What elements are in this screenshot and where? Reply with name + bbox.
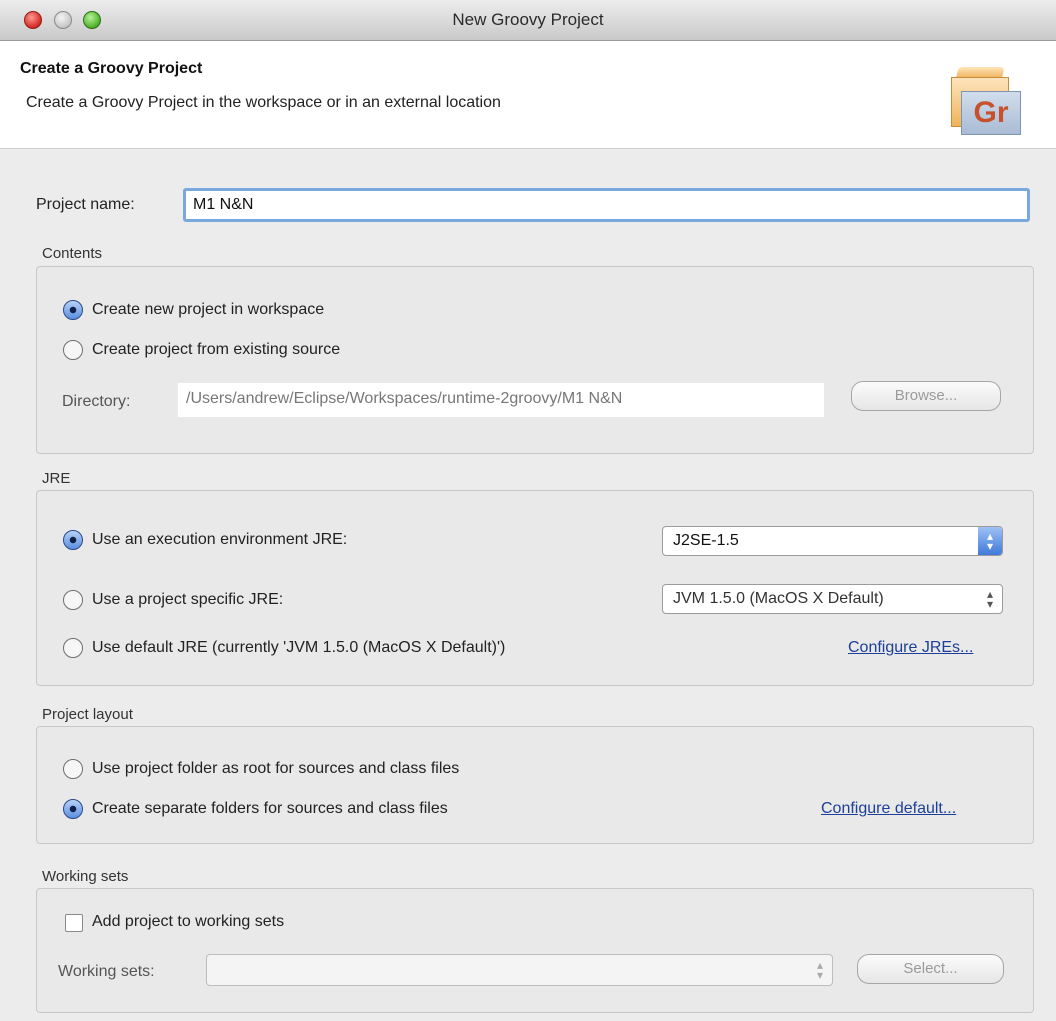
create-from-existing-radio[interactable]: [63, 340, 83, 360]
project-specific-jre-radio[interactable]: [63, 590, 83, 610]
use-project-folder-root-label: Use project folder as root for sources a…: [92, 760, 460, 777]
directory-label: Directory:: [62, 393, 131, 410]
wizard-title: Create a Groovy Project: [20, 60, 203, 77]
add-to-working-sets-checkbox[interactable]: [65, 914, 83, 932]
project-name-input[interactable]: M1 N&N: [183, 188, 1030, 222]
working-sets-select[interactable]: ▴ ▾: [206, 954, 833, 986]
execution-env-jre-label: Use an execution environment JRE:: [92, 531, 348, 548]
configure-default-link[interactable]: Configure default...: [821, 800, 956, 818]
select-working-sets-button[interactable]: Select...: [857, 954, 1004, 984]
contents-group-label: Contents: [42, 245, 103, 262]
separate-folders-label: Create separate folders for sources and …: [92, 800, 448, 817]
jre-group-label: JRE: [42, 470, 71, 487]
create-from-existing-label: Create project from existing source: [92, 341, 341, 358]
title-bar: New Groovy Project: [0, 0, 1056, 41]
project-layout-group-label: Project layout: [42, 706, 133, 723]
project-layout-group: [36, 726, 1034, 844]
default-jre-label: Use default JRE (currently 'JVM 1.5.0 (M…: [92, 639, 506, 656]
window-title: New Groovy Project: [452, 10, 604, 29]
add-to-working-sets-label: Add project to working sets: [92, 913, 285, 930]
chevron-up-down-icon: ▴ ▾: [986, 587, 994, 611]
project-specific-jre-select[interactable]: JVM 1.5.0 (MacOS X Default) ▴ ▾: [662, 584, 1003, 614]
new-groovy-project-dialog: New Groovy Project Create a Groovy Proje…: [0, 0, 1056, 1021]
directory-input[interactable]: /Users/andrew/Eclipse/Workspaces/runtime…: [178, 383, 824, 417]
chevron-up-down-icon: ▴ ▾: [978, 527, 1002, 555]
create-in-workspace-radio[interactable]: [63, 300, 83, 320]
use-project-folder-root-radio[interactable]: [63, 759, 83, 779]
working-sets-group-label: Working sets: [42, 868, 129, 885]
wizard-banner: Create a Groovy Project Create a Groovy …: [0, 41, 1056, 149]
working-sets-group: [36, 888, 1034, 1013]
project-specific-jre-label: Use a project specific JRE:: [92, 591, 284, 608]
default-jre-radio[interactable]: [63, 638, 83, 658]
configure-jres-link[interactable]: Configure JREs...: [848, 639, 973, 657]
execution-env-value: J2SE-1.5: [673, 532, 739, 549]
project-specific-jre-value: JVM 1.5.0 (MacOS X Default): [673, 590, 884, 607]
groovy-project-icon: Gr: [951, 65, 1033, 151]
groovy-badge-label: Gr: [961, 91, 1021, 135]
working-sets-label: Working sets:: [58, 963, 155, 980]
browse-button[interactable]: Browse...: [851, 381, 1001, 411]
execution-env-select[interactable]: J2SE-1.5 ▴ ▾: [662, 526, 1003, 556]
execution-env-jre-radio[interactable]: [63, 530, 83, 550]
contents-group: [36, 266, 1034, 454]
create-in-workspace-label: Create new project in workspace: [92, 301, 325, 318]
separate-folders-radio[interactable]: [63, 799, 83, 819]
wizard-description: Create a Groovy Project in the workspace…: [26, 94, 501, 111]
project-name-label: Project name:: [36, 196, 135, 213]
chevron-up-down-icon: ▴ ▾: [816, 958, 824, 982]
